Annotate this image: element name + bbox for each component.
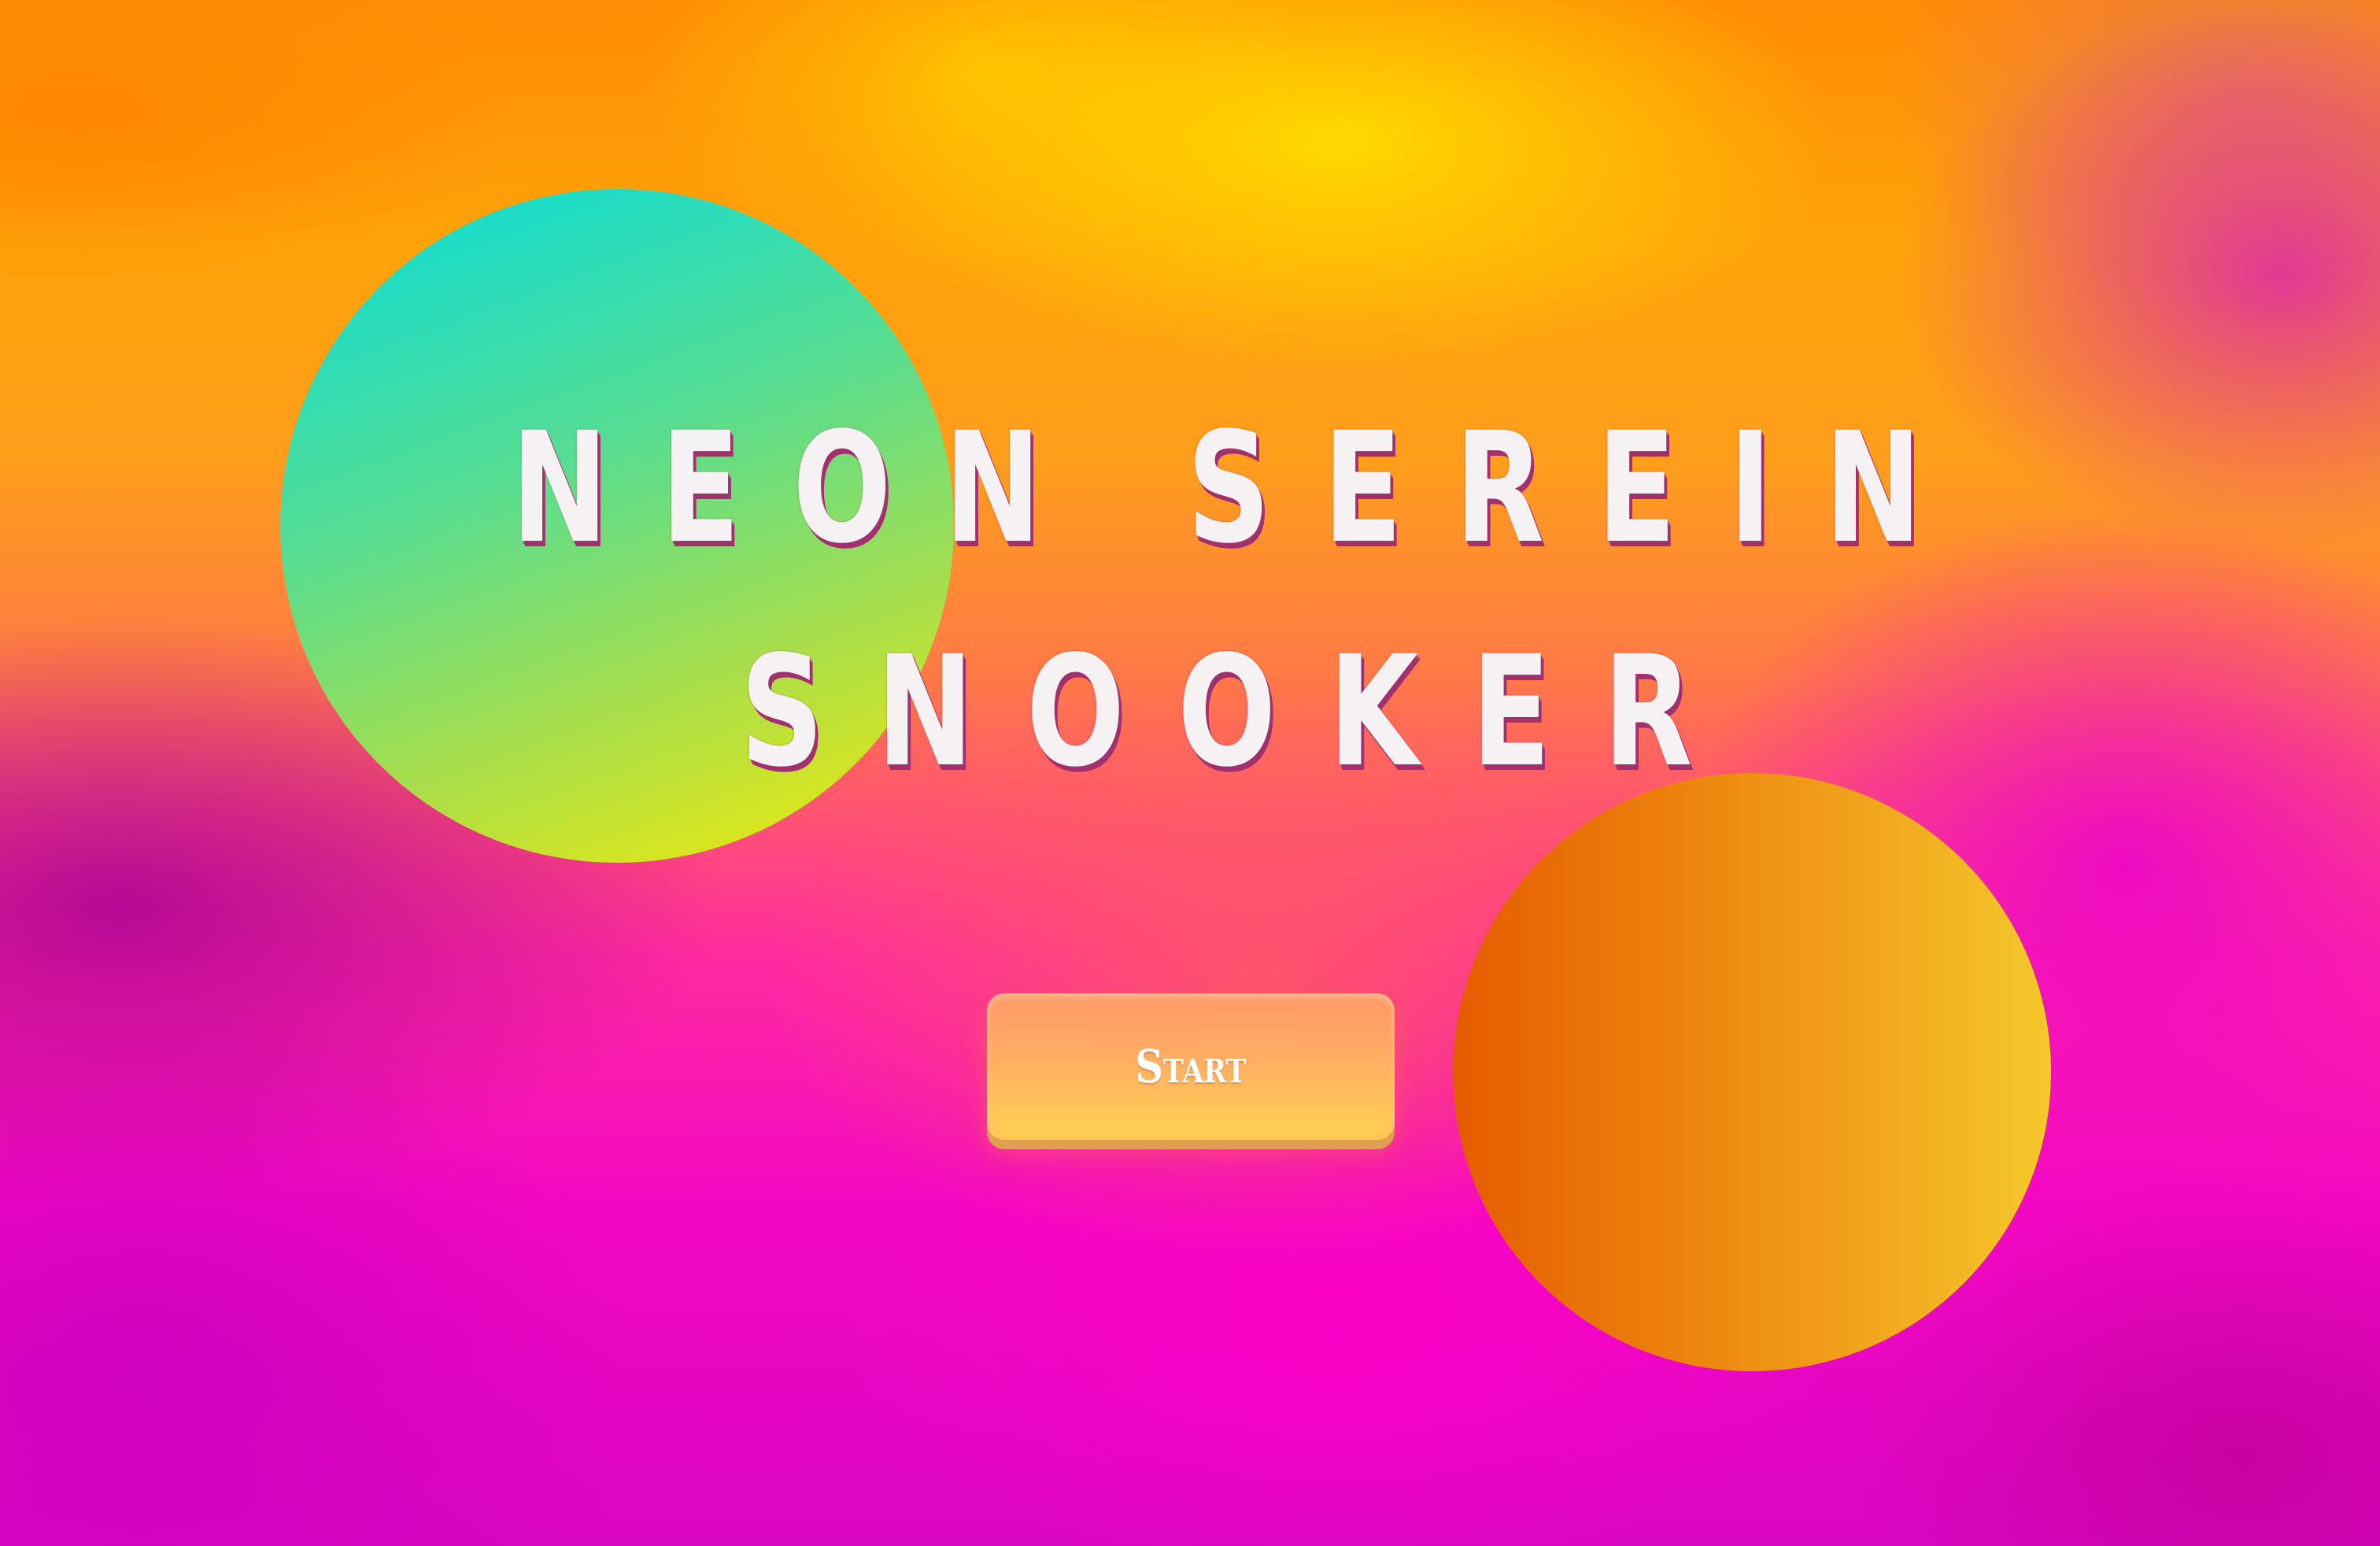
game-title-line-1: NEON SEREIN	[511, 399, 1975, 577]
start-button-container: Start	[987, 993, 1395, 1151]
orange-ball	[1453, 773, 2051, 1371]
game-screen: NEON SEREIN SNOOKER Start	[0, 0, 2380, 1546]
game-title-line-2: SNOOKER	[740, 623, 1746, 801]
start-button[interactable]: Start	[987, 993, 1395, 1140]
start-button-label: Start	[1135, 1040, 1247, 1093]
